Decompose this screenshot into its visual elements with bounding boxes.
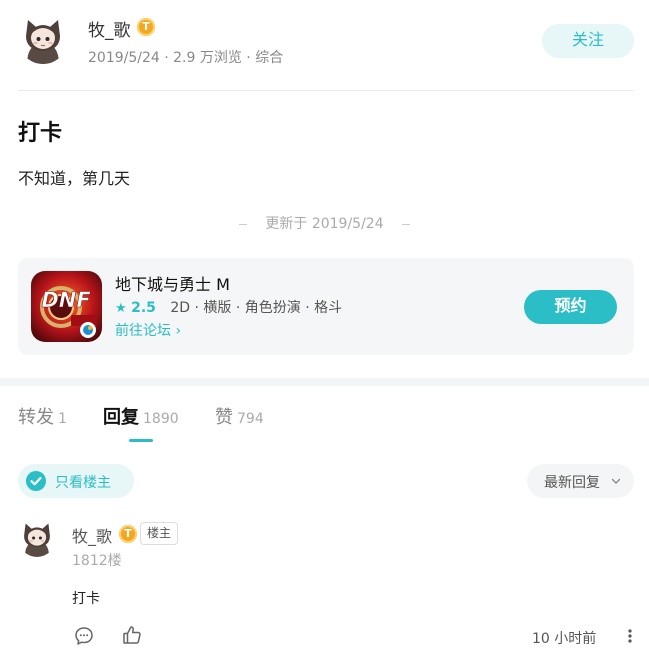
comment-icon[interactable] <box>73 625 95 647</box>
follow-button[interactable]: 关注 <box>542 24 634 58</box>
reserve-button[interactable]: 预约 <box>524 290 617 324</box>
author-name[interactable]: 牧_歌 <box>88 16 131 41</box>
post-meta: 2019/5/24 · 2.9 万浏览 · 综合 <box>88 50 284 66</box>
updated-line: 更新于 2019/5/24 <box>0 213 649 233</box>
section-divider <box>0 378 649 386</box>
sort-dropdown[interactable]: 最新回复 <box>527 464 634 498</box>
post-header: 牧_歌 T 2019/5/24 · 2.9 万浏览 · 综合 关注 <box>0 0 649 90</box>
tab-replies[interactable]: 回复 1890 <box>103 403 179 429</box>
chevron-down-icon <box>611 478 621 484</box>
divider-dash <box>239 223 248 225</box>
tab-likes[interactable]: 赞 794 <box>215 403 264 429</box>
tab-label: 回复 <box>103 407 139 428</box>
tab-forward[interactable]: 转发 1 <box>18 403 67 429</box>
svg-text:DNF: DNF <box>41 288 91 312</box>
op-tag: 楼主 <box>140 522 179 545</box>
forum-link[interactable]: 前往论坛 › <box>115 320 181 340</box>
divider-dash <box>401 223 410 225</box>
reply-author-avatar[interactable] <box>18 519 56 557</box>
tab-count: 1 <box>58 411 67 427</box>
reply-time: 10 小时前 <box>532 631 597 647</box>
tab-count: 1890 <box>143 411 179 427</box>
game-name[interactable]: 地下城与勇士 M <box>115 271 230 295</box>
star-icon: ★ <box>115 301 127 316</box>
tab-label: 转发 <box>18 407 54 428</box>
tab-label: 赞 <box>215 407 233 428</box>
divider <box>18 90 634 91</box>
game-score: 2.5 <box>131 300 156 316</box>
author-avatar[interactable] <box>18 14 68 64</box>
game-meta: ★ 2.5 2D · 横版 · 角色扮演 · 格斗 <box>115 297 342 317</box>
op-only-label: 只看楼主 <box>55 475 111 491</box>
check-icon <box>26 471 46 491</box>
floor-number: 1812楼 <box>72 553 122 569</box>
reply-author-name[interactable]: 牧_歌 <box>72 523 112 547</box>
level-badge-icon: T <box>137 18 155 36</box>
sort-label: 最新回复 <box>544 475 600 491</box>
reply-body: 打卡 <box>72 591 100 607</box>
post-body: 不知道，第几天 <box>18 169 131 188</box>
game-app-icon[interactable]: DNF <box>31 271 102 342</box>
op-only-toggle[interactable]: 只看楼主 <box>18 464 134 498</box>
more-vertical-icon[interactable] <box>624 626 636 646</box>
tab-count: 794 <box>237 411 264 427</box>
post-title: 打卡 <box>18 121 63 146</box>
updated-date: 更新于 2019/5/24 <box>265 216 384 232</box>
level-badge-icon: T <box>119 525 137 543</box>
game-card[interactable]: DNF 地下城与勇士 M ★ 2.5 2D · 横版 · 角色扮演 · 格斗 前… <box>18 258 634 355</box>
thumbs-up-icon[interactable] <box>121 624 143 646</box>
game-tags: 2D · 横版 · 角色扮演 · 格斗 <box>170 300 343 316</box>
active-tab-indicator <box>129 439 153 442</box>
